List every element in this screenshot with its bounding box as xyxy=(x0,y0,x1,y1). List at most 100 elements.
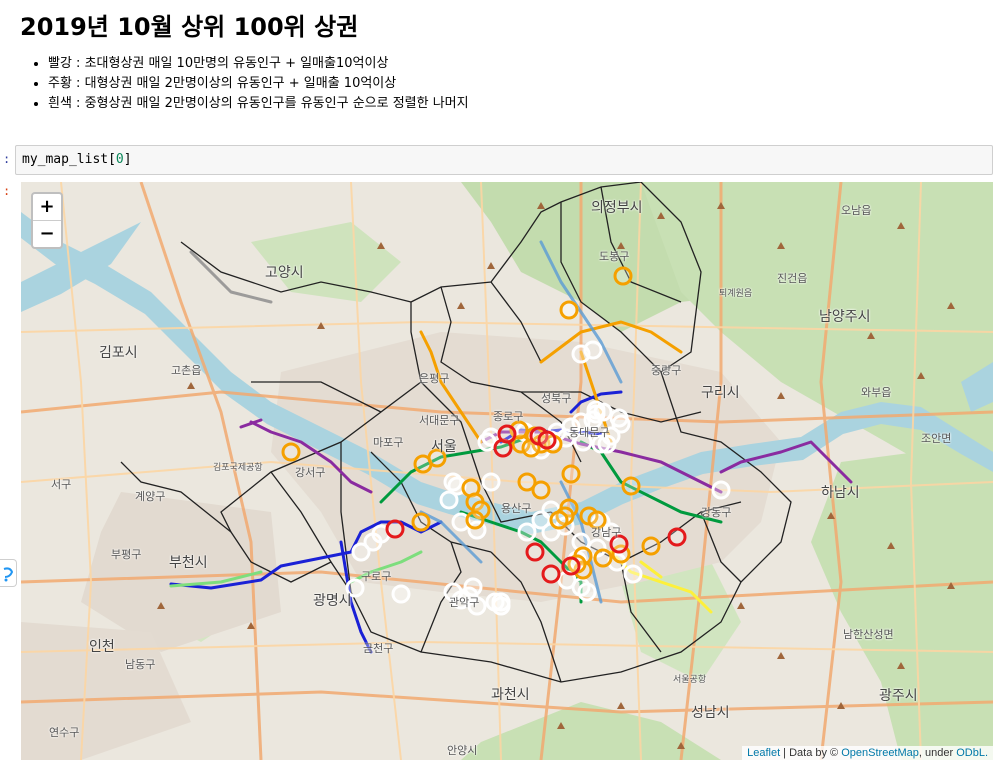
code-index: 0 xyxy=(115,152,124,167)
place-label: 용산구 xyxy=(501,502,532,515)
white-area-marker[interactable] xyxy=(531,510,551,530)
place-label: 서울공항 xyxy=(673,675,707,685)
commercial-area-markers xyxy=(281,266,731,616)
white-area-marker[interactable] xyxy=(593,402,613,422)
white-area-marker[interactable] xyxy=(577,582,597,602)
white-area-marker[interactable] xyxy=(711,480,731,500)
orange-area-marker[interactable] xyxy=(593,548,613,568)
place-label: 강남구 xyxy=(591,526,622,539)
place-label: 남동구 xyxy=(125,658,156,671)
attribution-text-2: , under xyxy=(918,747,957,759)
map-attribution: Leaflet | Data by © OpenStreetMap, under… xyxy=(742,746,993,760)
red-area-marker[interactable] xyxy=(667,527,687,547)
output-prompt: : xyxy=(3,184,11,198)
orange-area-marker[interactable] xyxy=(281,442,301,462)
place-label: 부천시 xyxy=(169,555,208,571)
orange-area-marker[interactable] xyxy=(559,300,579,320)
place-label: 광주시 xyxy=(879,688,918,704)
place-label: 성북구 xyxy=(541,392,572,405)
white-area-marker[interactable] xyxy=(491,592,511,612)
place-label: 동대문구 xyxy=(569,426,610,439)
orange-area-marker[interactable] xyxy=(531,480,551,500)
place-label: 도봉구 xyxy=(599,250,630,263)
orange-area-marker[interactable] xyxy=(613,266,633,286)
place-label: 마포구 xyxy=(373,436,404,449)
place-label: 부평구 xyxy=(111,548,142,561)
place-label: 김포국제공항 xyxy=(213,463,263,473)
leaflet-link[interactable]: Leaflet xyxy=(747,747,780,759)
zoom-in-button[interactable]: + xyxy=(33,194,61,220)
place-label: 관악구 xyxy=(449,596,480,609)
zoom-control: + − xyxy=(31,192,63,249)
place-label: 구로구 xyxy=(361,570,392,583)
legend-item-red: 빨강 : 초대형상권 매일 10만명의 유동인구 + 일매출10억이상 xyxy=(48,54,469,74)
orange-area-marker[interactable] xyxy=(621,476,641,496)
page-title: 2019년 10월 상위 100위 상권 xyxy=(20,13,359,41)
place-label: 남한산성면 xyxy=(843,628,894,641)
orange-area-marker[interactable] xyxy=(465,510,485,530)
white-area-marker[interactable] xyxy=(463,577,483,597)
place-label: 하남시 xyxy=(821,485,860,501)
code-text: my_map_list[ xyxy=(22,152,116,167)
red-area-marker[interactable] xyxy=(541,564,561,584)
red-area-marker[interactable] xyxy=(525,542,545,562)
zoom-out-button[interactable]: − xyxy=(33,220,61,247)
leaflet-map[interactable]: 고양시 의정부시 남양주시 김포시 구리시 하남시 부천시 인천 광명시 과천시… xyxy=(21,182,993,760)
place-label: 성남시 xyxy=(691,705,730,721)
place-label: 고촌읍 xyxy=(171,364,202,377)
place-label: 의정부시 xyxy=(591,200,643,216)
place-label: 서대문구 xyxy=(419,414,460,427)
place-label: 인천 xyxy=(89,639,115,655)
white-area-marker[interactable] xyxy=(623,564,643,584)
place-label: 은평구 xyxy=(419,372,450,385)
white-area-marker[interactable] xyxy=(477,432,497,452)
place-label: 조안면 xyxy=(921,432,952,445)
widget-icon xyxy=(3,567,14,582)
input-prompt: : xyxy=(3,152,11,166)
place-label: 서울 xyxy=(431,439,457,455)
white-area-marker[interactable] xyxy=(583,340,603,360)
legend-item-orange: 주황 : 대형상권 매일 2만명이상의 유동인구 + 일매출 10억이상 xyxy=(48,74,469,94)
place-label: 계양구 xyxy=(135,490,166,503)
place-label: 와부읍 xyxy=(861,386,892,399)
red-area-marker[interactable] xyxy=(537,430,557,450)
red-area-marker[interactable] xyxy=(497,424,517,444)
orange-area-marker[interactable] xyxy=(561,464,581,484)
white-area-marker[interactable] xyxy=(391,584,411,604)
place-label: 안양시 xyxy=(447,744,478,757)
white-area-marker[interactable] xyxy=(351,542,371,562)
legend-item-white: 흰색 : 중형상권 매일 2만명이상의 유동인구를 유동인구 순으로 정렬한 나… xyxy=(48,94,469,114)
code-suffix: ] xyxy=(123,152,132,167)
red-area-marker[interactable] xyxy=(385,519,405,539)
orange-area-marker[interactable] xyxy=(549,510,569,530)
place-label: 중랑구 xyxy=(651,364,682,377)
place-label: 김포시 xyxy=(99,345,138,361)
orange-area-marker[interactable] xyxy=(411,512,431,532)
place-label: 서구 xyxy=(51,478,72,491)
place-label: 남양주시 xyxy=(819,309,871,325)
white-area-marker[interactable] xyxy=(517,522,537,542)
place-label: 퇴계원읍 xyxy=(719,289,753,299)
code-cell[interactable]: my_map_list[0] xyxy=(15,145,993,175)
odbl-link[interactable]: ODbL. xyxy=(956,747,988,759)
place-label: 광명시 xyxy=(313,593,352,609)
place-label: 오남읍 xyxy=(841,204,872,217)
place-label: 종로구 xyxy=(493,410,524,423)
white-area-marker[interactable] xyxy=(481,472,501,492)
orange-area-marker[interactable] xyxy=(641,536,661,556)
place-label: 구리시 xyxy=(701,385,740,401)
white-area-marker[interactable] xyxy=(609,408,629,428)
place-label: 과천시 xyxy=(491,687,530,703)
place-label: 연수구 xyxy=(49,726,80,739)
place-label: 고양시 xyxy=(265,265,304,281)
white-area-marker[interactable] xyxy=(439,490,459,510)
place-label: 강동구 xyxy=(701,506,732,519)
place-label: 진건읍 xyxy=(777,272,808,285)
place-label: 금천구 xyxy=(363,642,394,655)
red-area-marker[interactable] xyxy=(561,556,581,576)
osm-link[interactable]: OpenStreetMap xyxy=(841,747,919,759)
legend-list: 빨강 : 초대형상권 매일 10만명의 유동인구 + 일매출10억이상 주황 :… xyxy=(24,54,469,114)
side-widget-tab[interactable] xyxy=(0,559,17,587)
attribution-text: | Data by © xyxy=(780,747,842,759)
place-label: 강서구 xyxy=(295,466,326,479)
